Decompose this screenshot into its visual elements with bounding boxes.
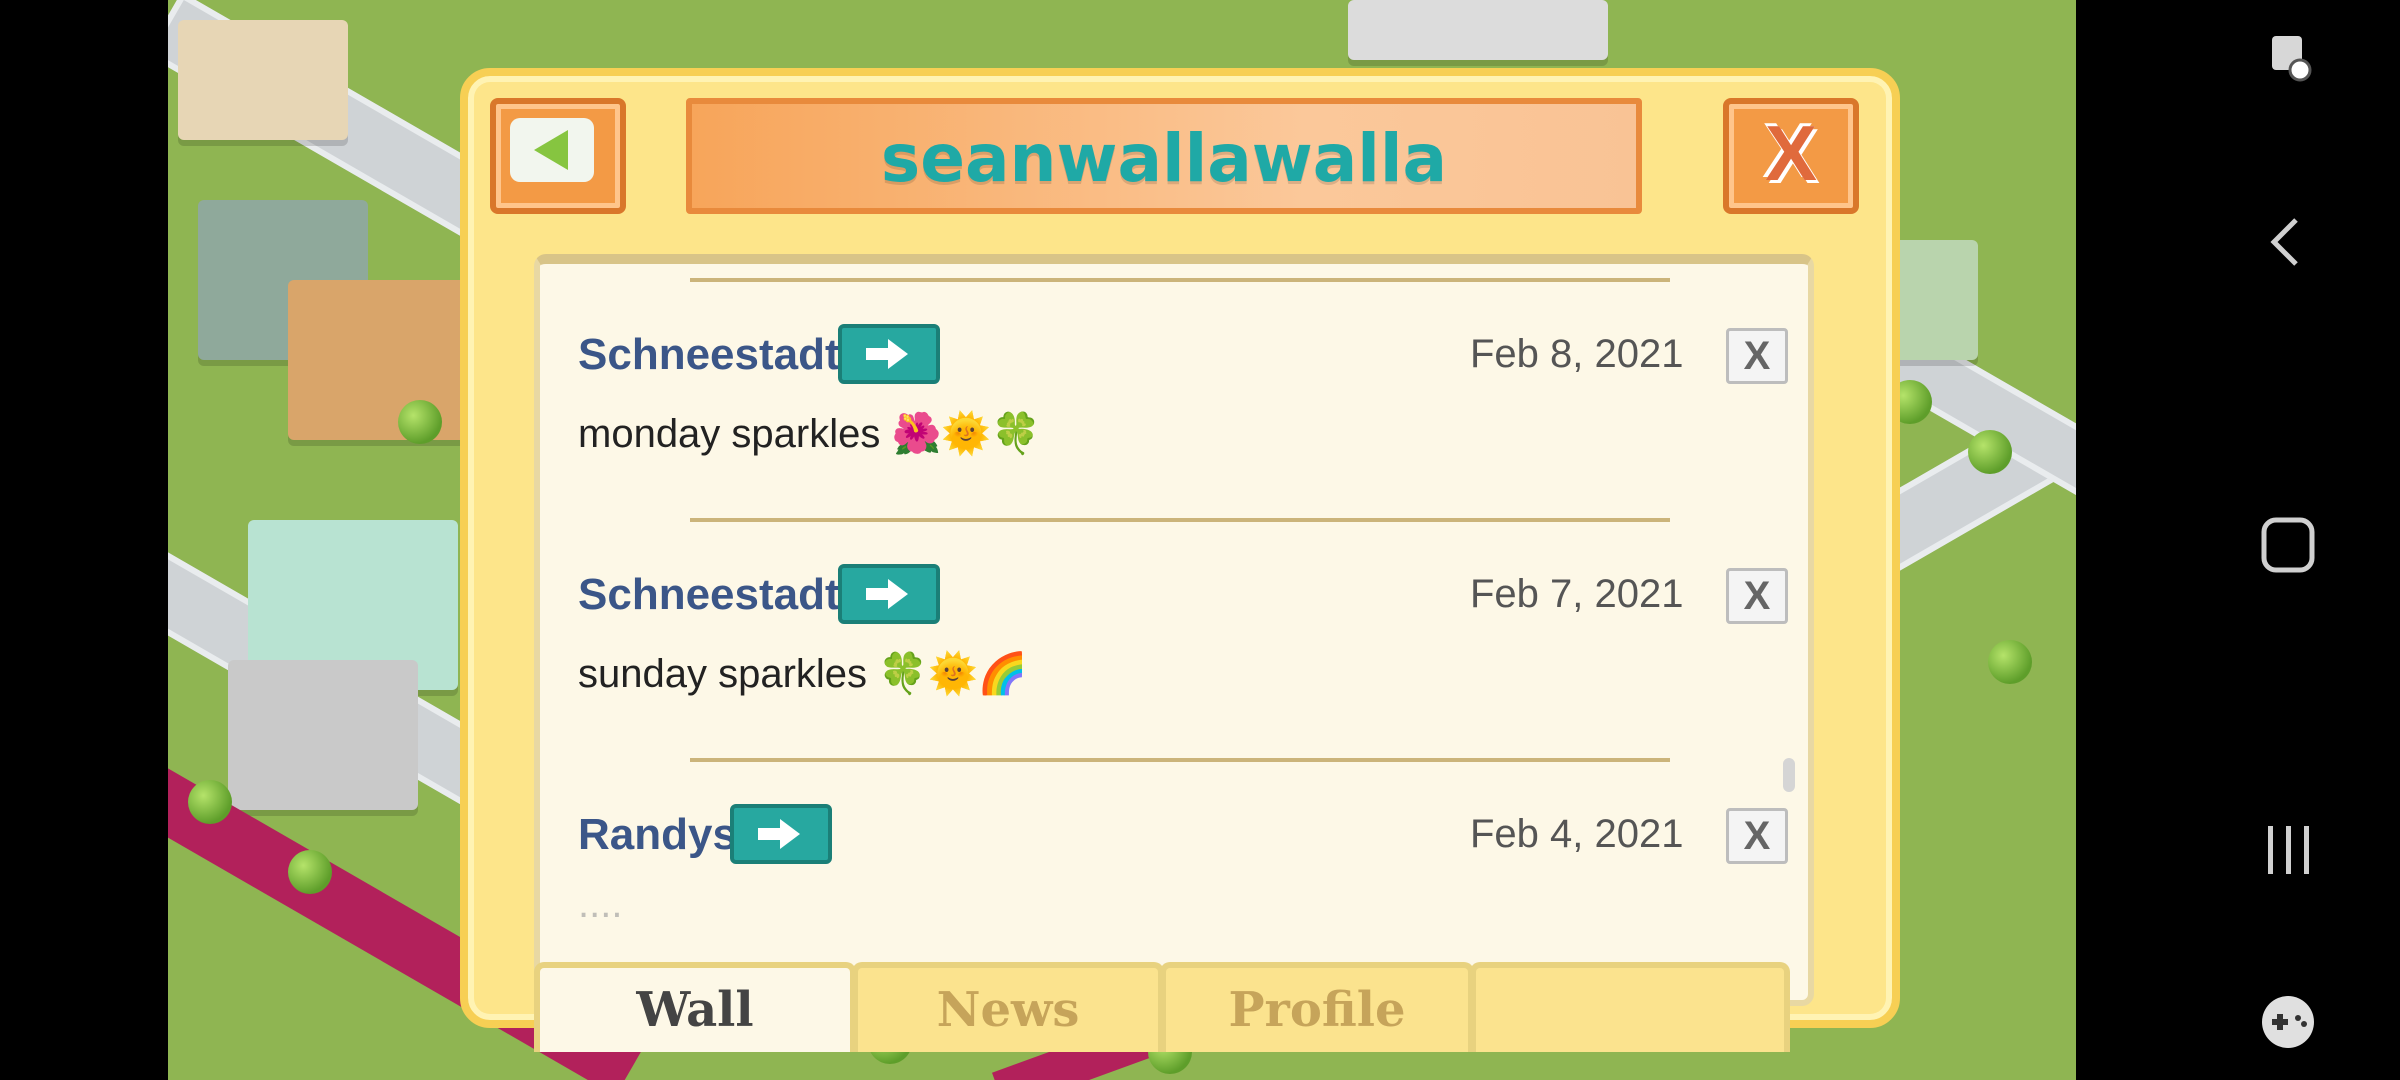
back-button[interactable] xyxy=(490,98,626,214)
wall-post: Schneestadt Feb 7, 2021 X sunday sparkle… xyxy=(540,534,1808,774)
go-arrow-icon xyxy=(758,819,800,849)
player-wall-dialog: seanwallawalla X Schneestadt Feb 8, 2021… xyxy=(460,68,1900,1052)
tab-wall[interactable]: Wall xyxy=(534,962,856,1052)
post-author[interactable]: Schneestadt xyxy=(578,570,840,620)
delete-post-button[interactable]: X xyxy=(1726,568,1788,624)
post-separator xyxy=(690,278,1670,282)
post-author[interactable]: Schneestadt xyxy=(578,330,840,380)
post-author[interactable]: Randys xyxy=(578,810,737,860)
post-date: Feb 4, 2021 xyxy=(1470,812,1684,856)
system-nav-bar xyxy=(2176,0,2400,1080)
tab-empty xyxy=(1470,962,1790,1052)
tab-bar: Wall News Profile xyxy=(534,962,1824,1054)
delete-post-button[interactable]: X xyxy=(1726,808,1788,864)
android-recents-icon[interactable] xyxy=(2176,820,2400,880)
building[interactable] xyxy=(228,660,418,810)
building[interactable] xyxy=(178,20,348,140)
android-home-icon[interactable] xyxy=(2176,514,2400,578)
visit-city-button[interactable] xyxy=(838,564,940,624)
title-bar: seanwallawalla xyxy=(686,98,1642,214)
post-message: sunday sparkles 🍀🌞🌈 xyxy=(578,652,1028,696)
post-separator xyxy=(690,758,1670,762)
go-arrow-icon xyxy=(866,339,908,369)
tab-profile[interactable]: Profile xyxy=(1160,962,1474,1052)
post-date: Feb 8, 2021 xyxy=(1470,332,1684,376)
post-message: .... xyxy=(578,882,623,926)
screen-capture-icon[interactable] xyxy=(2176,30,2400,90)
tree xyxy=(398,400,442,444)
back-button-face xyxy=(510,118,594,182)
tree xyxy=(1968,430,2012,474)
visit-city-button[interactable] xyxy=(730,804,832,864)
post-message: monday sparkles 🌺🌞🍀 xyxy=(578,412,1041,456)
wall-post: Schneestadt Feb 8, 2021 X monday sparkle… xyxy=(540,294,1808,534)
android-back-icon[interactable] xyxy=(2176,212,2400,272)
player-name-title: seanwallawalla xyxy=(880,120,1448,197)
back-arrow-icon xyxy=(534,130,568,170)
wall-feed[interactable]: Schneestadt Feb 8, 2021 X monday sparkle… xyxy=(534,254,1814,1006)
post-separator xyxy=(690,518,1670,522)
tree xyxy=(288,850,332,894)
visit-city-button[interactable] xyxy=(838,324,940,384)
building[interactable] xyxy=(1348,0,1608,60)
post-date: Feb 7, 2021 xyxy=(1470,572,1684,616)
delete-post-button[interactable]: X xyxy=(1726,328,1788,384)
tab-news[interactable]: News xyxy=(852,962,1164,1052)
close-x-icon: X xyxy=(1764,109,1818,197)
go-arrow-icon xyxy=(866,579,908,609)
tree xyxy=(188,780,232,824)
game-launcher-icon[interactable] xyxy=(2176,992,2400,1052)
close-button[interactable]: X xyxy=(1723,98,1859,214)
scrollbar-thumb[interactable] xyxy=(1783,758,1795,792)
tree xyxy=(1988,640,2032,684)
